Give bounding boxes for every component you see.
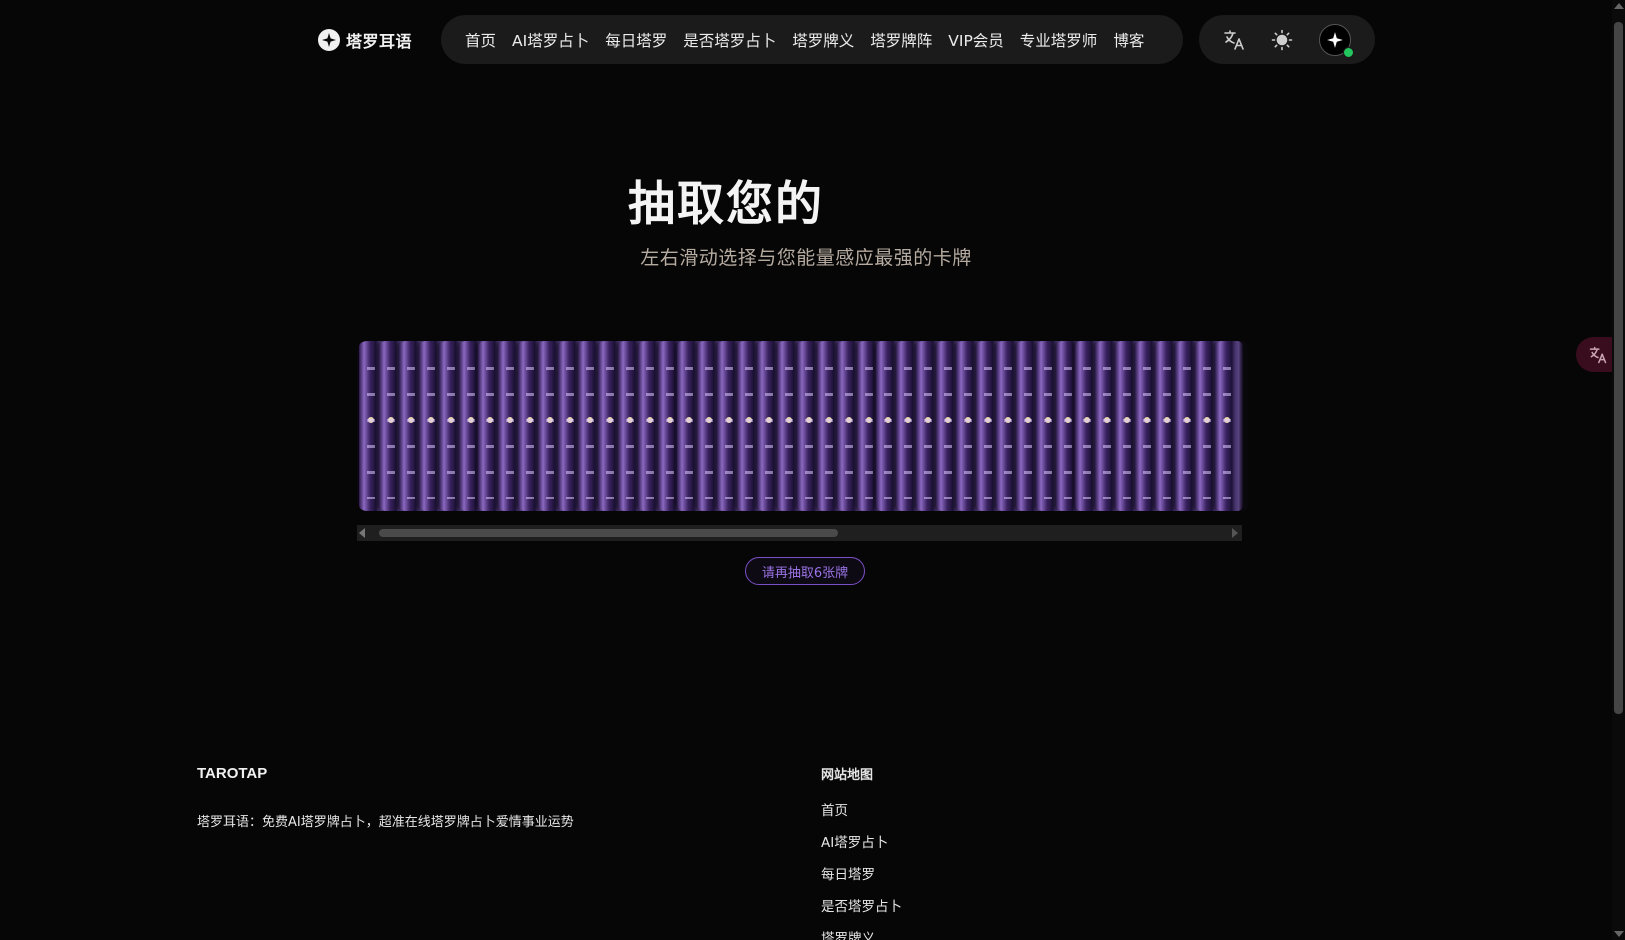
footer-brand: TAROTAP xyxy=(197,765,268,782)
translate-icon xyxy=(1589,346,1607,363)
sparkle-icon xyxy=(1327,32,1343,48)
scroll-up-arrow-icon[interactable] xyxy=(1614,3,1624,9)
site-logo[interactable]: 塔罗耳语 xyxy=(318,27,412,53)
sitemap-link-home[interactable]: 首页 xyxy=(821,801,902,833)
deck-edge-fade xyxy=(1234,341,1250,511)
scroll-down-arrow-icon[interactable] xyxy=(1614,931,1624,937)
deck-scrollbar[interactable] xyxy=(357,525,1242,541)
sparkle-logo-icon xyxy=(318,29,340,51)
nav-item-tarot-readers[interactable]: 专业塔罗师 xyxy=(1020,29,1098,51)
logo-text: 塔罗耳语 xyxy=(346,32,413,51)
sitemap-link-ai-tarot[interactable]: AI塔罗占卜 xyxy=(821,833,902,865)
page-subtitle: 左右滑动选择与您能量感应最强的卡牌 xyxy=(640,247,972,269)
sun-icon[interactable] xyxy=(1267,25,1297,55)
nav-item-vip[interactable]: VIP会员 xyxy=(948,29,1004,51)
cards-remaining-badge[interactable]: 请再抽取6张牌 xyxy=(745,557,865,585)
tarot-card-deck[interactable] xyxy=(357,341,1250,511)
translate-icon[interactable] xyxy=(1219,25,1249,55)
scroll-right-arrow-icon[interactable] xyxy=(1232,528,1238,538)
sitemap-link-daily-tarot[interactable]: 每日塔罗 xyxy=(821,865,902,897)
online-status-dot xyxy=(1343,47,1354,58)
ai-assistant-button[interactable] xyxy=(1319,24,1354,58)
page-title: 抽取您的 xyxy=(628,177,824,232)
sitemap-title: 网站地图 xyxy=(821,768,874,783)
scroll-left-arrow-icon[interactable] xyxy=(359,528,365,538)
nav-item-yes-no-tarot[interactable]: 是否塔罗占卜 xyxy=(683,29,776,51)
nav-item-ai-tarot[interactable]: AI塔罗占卜 xyxy=(512,29,589,51)
nav-item-blog[interactable]: 博客 xyxy=(1113,29,1144,51)
nav-item-daily-tarot[interactable]: 每日塔罗 xyxy=(605,29,667,51)
sitemap-links: 首页 AI塔罗占卜 每日塔罗 是否塔罗占卜 塔罗牌义 xyxy=(821,801,902,940)
sitemap-link-card-meanings[interactable]: 塔罗牌义 xyxy=(821,929,902,940)
page-scroll-thumb[interactable] xyxy=(1614,22,1623,714)
nav-item-spreads[interactable]: 塔罗牌阵 xyxy=(870,29,932,51)
main-nav: 首页 AI塔罗占卜 每日塔罗 是否塔罗占卜 塔罗牌义 塔罗牌阵 VIP会员 专业… xyxy=(441,15,1183,64)
page-scrollbar[interactable] xyxy=(1612,0,1625,940)
nav-item-home[interactable]: 首页 xyxy=(465,29,496,51)
header-tools xyxy=(1199,15,1375,64)
deck-scroll-thumb[interactable] xyxy=(379,529,838,537)
footer-tagline: 塔罗耳语：免费AI塔罗牌占卜，超准在线塔罗牌占卜爱情事业运势 xyxy=(197,815,574,830)
sitemap-link-yes-no-tarot[interactable]: 是否塔罗占卜 xyxy=(821,897,902,929)
nav-item-card-meanings[interactable]: 塔罗牌义 xyxy=(792,29,854,51)
